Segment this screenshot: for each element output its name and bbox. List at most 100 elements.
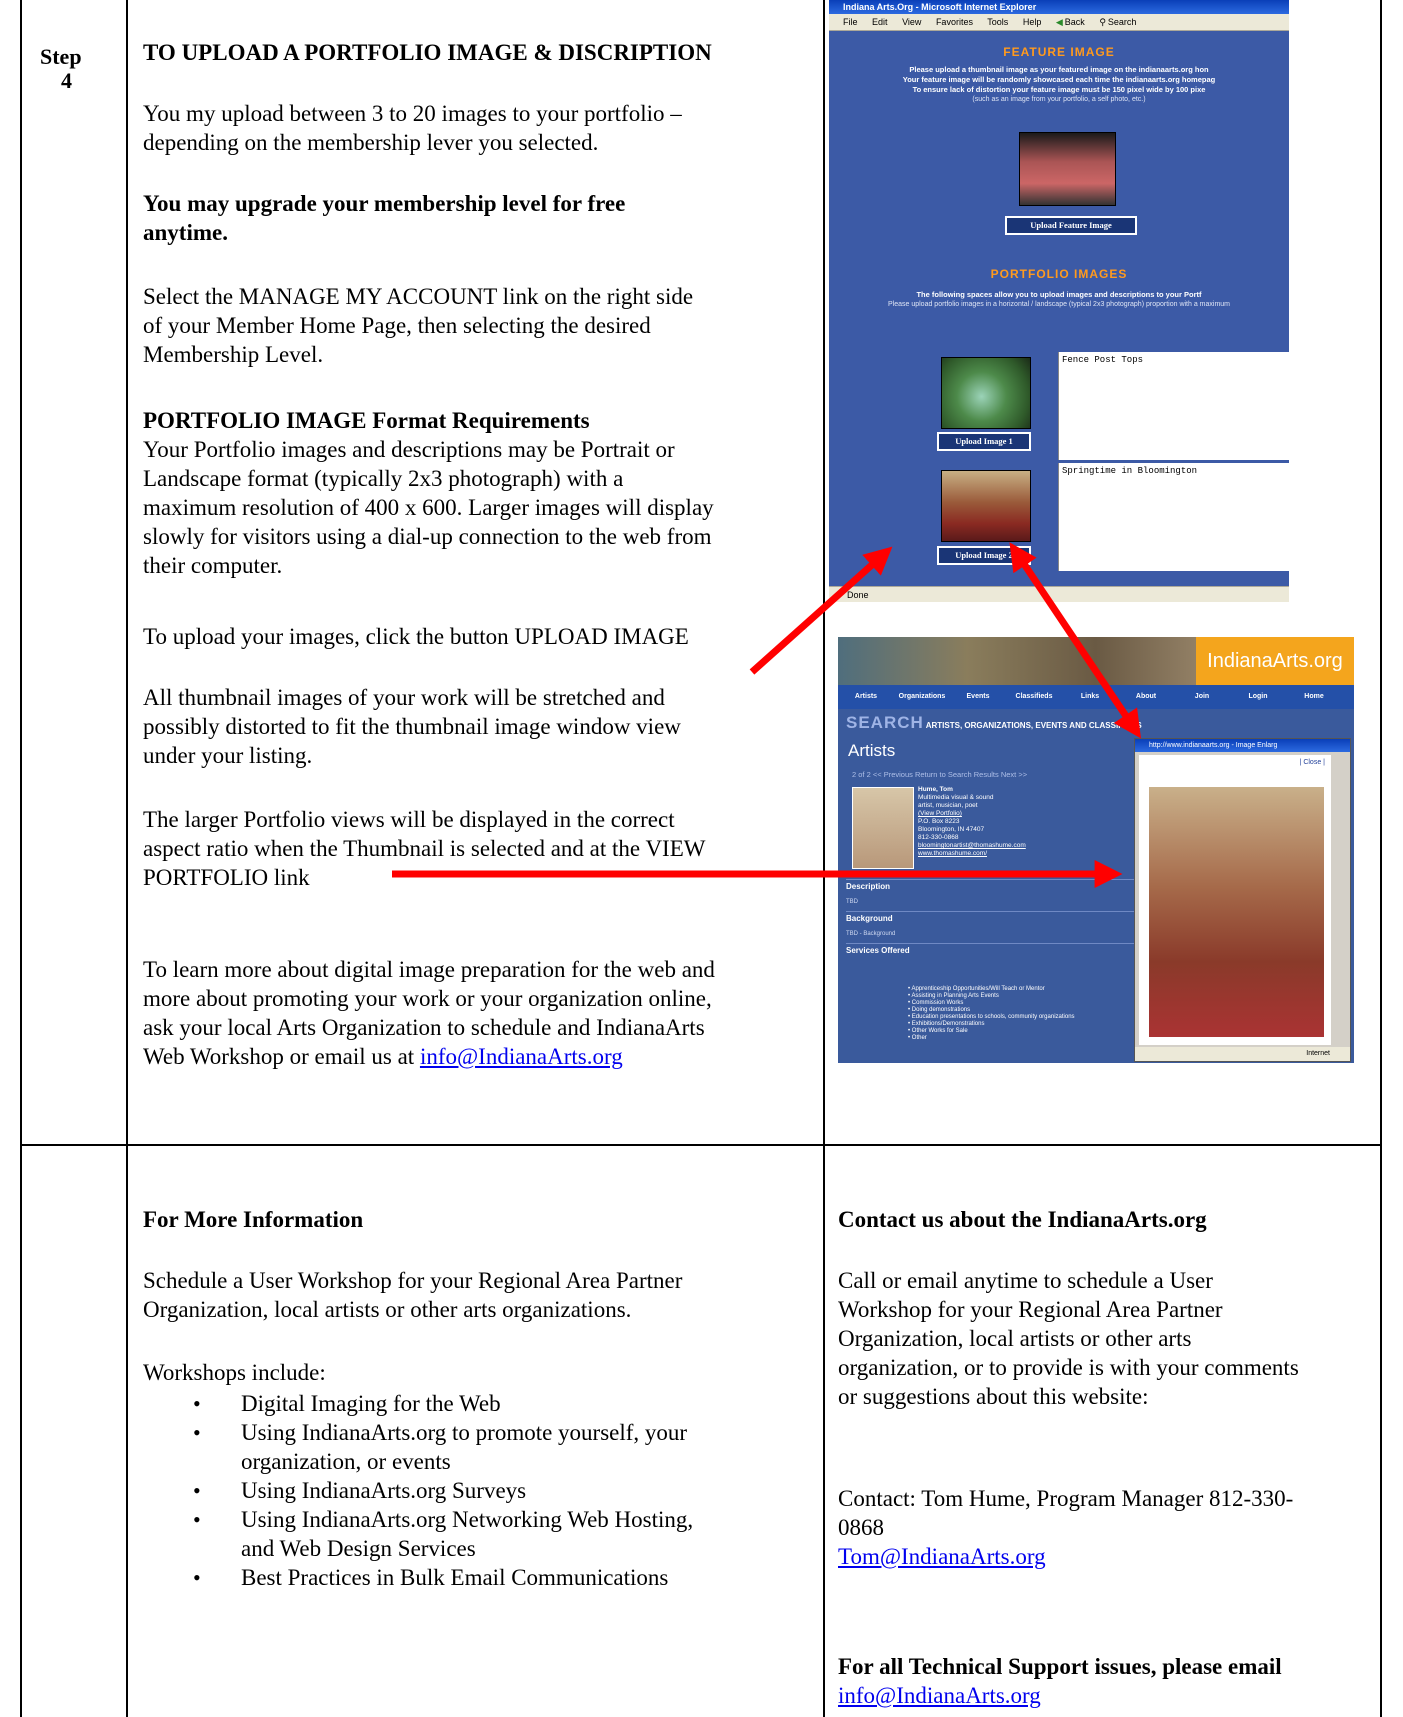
table-border-left xyxy=(20,0,22,1717)
nav-about[interactable]: About xyxy=(1118,685,1174,709)
text-line: Using IndianaArts.org to promote yoursel… xyxy=(241,1420,688,1445)
support-email-line: info@IndianaArts.org xyxy=(838,1681,1041,1710)
text-line: anytime. xyxy=(143,220,228,245)
text-line: organization, or to provide is with your… xyxy=(838,1355,1299,1380)
table-row-divider xyxy=(20,1144,1382,1146)
ie-menu-bar: File Edit View Favorites Tools Help ◀ Bac… xyxy=(829,14,1289,31)
menu-help[interactable]: Help xyxy=(1023,17,1042,27)
list-item: • Doing demonstrations xyxy=(908,1007,971,1013)
support-email-link[interactable]: info@IndianaArts.org xyxy=(838,1683,1041,1708)
text-line: Landscape format (typically 2x3 photogra… xyxy=(143,466,624,491)
text-line: Organization, local artists or other art… xyxy=(143,1297,632,1322)
text-line: Workshop for your Regional Area Partner xyxy=(838,1297,1223,1322)
contact-heading: Contact us about the IndianaArts.org xyxy=(838,1207,1207,1232)
back-button[interactable]: ◀ Back xyxy=(1056,17,1085,27)
paragraph-upgrade: You may upgrade your membership level fo… xyxy=(143,189,625,247)
service-item: Assisting in Planning Arts Events xyxy=(911,993,999,999)
artist-website-link[interactable]: www.thomashume.com/ xyxy=(918,850,1038,858)
nav-join[interactable]: Join xyxy=(1174,685,1230,709)
text-line: PORTFOLIO link xyxy=(143,865,310,890)
search-heading: SEARCH xyxy=(846,713,924,732)
back-label: Back xyxy=(1064,17,1085,27)
search-label: Search xyxy=(1107,17,1137,27)
text-line: Call or email anytime to schedule a User xyxy=(838,1268,1213,1293)
service-item: Apprenticeship Opportunities/Will Teach … xyxy=(911,986,1045,992)
text-line: aspect ratio when the Thumbnail is selec… xyxy=(143,836,706,861)
text-line: 0868 xyxy=(838,1515,884,1540)
list-item: Best Practices in Bulk Email Communicati… xyxy=(143,1563,783,1592)
enlarged-portfolio-image xyxy=(1149,787,1324,1037)
nav-links[interactable]: Links xyxy=(1062,685,1118,709)
text-line: of your Member Home Page, then selecting… xyxy=(143,313,651,338)
service-item: Education presentations to schools, comm… xyxy=(911,1014,1075,1020)
contact-email-link[interactable]: Tom@IndianaArts.org xyxy=(838,1544,1046,1569)
text-line: ask your local Arts Organization to sche… xyxy=(143,1015,705,1040)
nav-login[interactable]: Login xyxy=(1230,685,1286,709)
popup-body: | Close | xyxy=(1139,755,1331,1045)
search-icon: ⚲ xyxy=(1099,17,1106,27)
service-item: Doing demonstrations xyxy=(911,1007,971,1013)
nav-events[interactable]: Events xyxy=(950,685,1006,709)
text-line: under your listing. xyxy=(143,743,313,768)
description-value: TBD xyxy=(846,899,858,905)
search-button[interactable]: ⚲ Search xyxy=(1099,17,1136,27)
text-line: Multimedia visual & sound xyxy=(918,794,994,801)
services-list: • Apprenticeship Opportunities/Will Teac… xyxy=(908,986,1075,1042)
list-item: • Other Works for Sale xyxy=(908,1028,968,1034)
image-2-description-field[interactable]: Springtime in Bloomington xyxy=(1058,463,1289,571)
text-line: Please upload a thumbnail image as your … xyxy=(909,65,1209,74)
artists-title: Artists xyxy=(848,741,896,760)
list-item: • Assisting in Planning Arts Events xyxy=(908,993,999,999)
paragraph-upload-limit: You my upload between 3 to 20 images to … xyxy=(143,99,682,157)
upload-image-2-button[interactable]: Upload Image 2 xyxy=(937,546,1031,565)
popup-status-bar: Internet xyxy=(1135,1047,1350,1061)
image-1-description-field[interactable]: Fence Post Tops xyxy=(1058,352,1289,460)
menu-view[interactable]: View xyxy=(902,17,921,27)
upload-feature-image-button[interactable]: Upload Feature Image xyxy=(1005,216,1137,235)
service-item: Exhibitions/Demonstrations xyxy=(911,1021,985,1027)
text-line: artist, musician, poet xyxy=(918,802,978,809)
text-line: 812-330-0868 xyxy=(918,834,959,841)
description-label: Description xyxy=(846,879,1136,891)
feature-note: (such as an image from your portfolio, a… xyxy=(972,96,1146,103)
nav-organizations[interactable]: Organizations xyxy=(894,685,950,709)
menu-file[interactable]: File xyxy=(843,17,858,27)
nav-classifieds[interactable]: Classifieds xyxy=(1006,685,1062,709)
table-border-right xyxy=(1380,0,1382,1717)
text-line: organization, or events xyxy=(241,1449,451,1474)
text-line: To learn more about digital image prepar… xyxy=(143,957,715,982)
menu-tools[interactable]: Tools xyxy=(987,17,1008,27)
list-item: • Other xyxy=(908,1035,927,1041)
menu-edit[interactable]: Edit xyxy=(872,17,888,27)
portfolio-images-heading: PORTFOLIO IMAGES xyxy=(990,267,1128,281)
view-portfolio-link[interactable]: (View Portfolio) xyxy=(918,810,1038,818)
list-item: • Commission Works xyxy=(908,1000,964,1006)
upload-image-1-button[interactable]: Upload Image 1 xyxy=(937,432,1031,451)
portfolio-text: The following spaces allow you to upload… xyxy=(916,290,1202,299)
text-line: Your feature image will be randomly show… xyxy=(902,75,1216,84)
list-item: • Education presentations to schools, co… xyxy=(908,1014,1075,1020)
text-line: more about promoting your work or your o… xyxy=(143,986,712,1011)
support-heading: For all Technical Support issues, please… xyxy=(838,1654,1282,1679)
list-item: • Exhibitions/Demonstrations xyxy=(908,1021,985,1027)
paragraph-thumbnails: All thumbnail images of your work will b… xyxy=(143,683,681,770)
results-pager[interactable]: 2 of 2 << Previous Return to Search Resu… xyxy=(852,770,1027,779)
artist-email-link[interactable]: bloomingtonartist@thomashume.com xyxy=(918,842,1038,850)
nav-artists[interactable]: Artists xyxy=(838,685,894,709)
menu-favorites[interactable]: Favorites xyxy=(936,17,973,27)
site-search-title: SEARCH ARTISTS, ORGANIZATIONS, EVENTS AN… xyxy=(846,713,1142,733)
feature-image-heading: FEATURE IMAGE xyxy=(1003,45,1115,59)
email-link[interactable]: info@IndianaArts.org xyxy=(420,1044,623,1069)
artist-photo xyxy=(852,787,914,869)
nav-home[interactable]: Home xyxy=(1286,685,1342,709)
text-line: maximum resolution of 400 x 600. Larger … xyxy=(143,495,714,520)
feature-text: Please upload a thumbnail image as your … xyxy=(829,65,1289,95)
text-line: Membership Level. xyxy=(143,342,324,367)
site-nav: Artists Organizations Events Classifieds Lin… xyxy=(838,685,1354,709)
table-border-col1 xyxy=(126,0,128,1717)
popup-close-link[interactable]: | Close | xyxy=(1300,759,1325,766)
workshops-list: Digital Imaging for the Web Using Indian… xyxy=(143,1389,783,1592)
section-heading: TO UPLOAD A PORTFOLIO IMAGE & DISCRIPTIO… xyxy=(143,40,712,65)
table-border-col2 xyxy=(823,0,825,1717)
paragraph-upload-button: To upload your images, click the button … xyxy=(143,624,689,649)
